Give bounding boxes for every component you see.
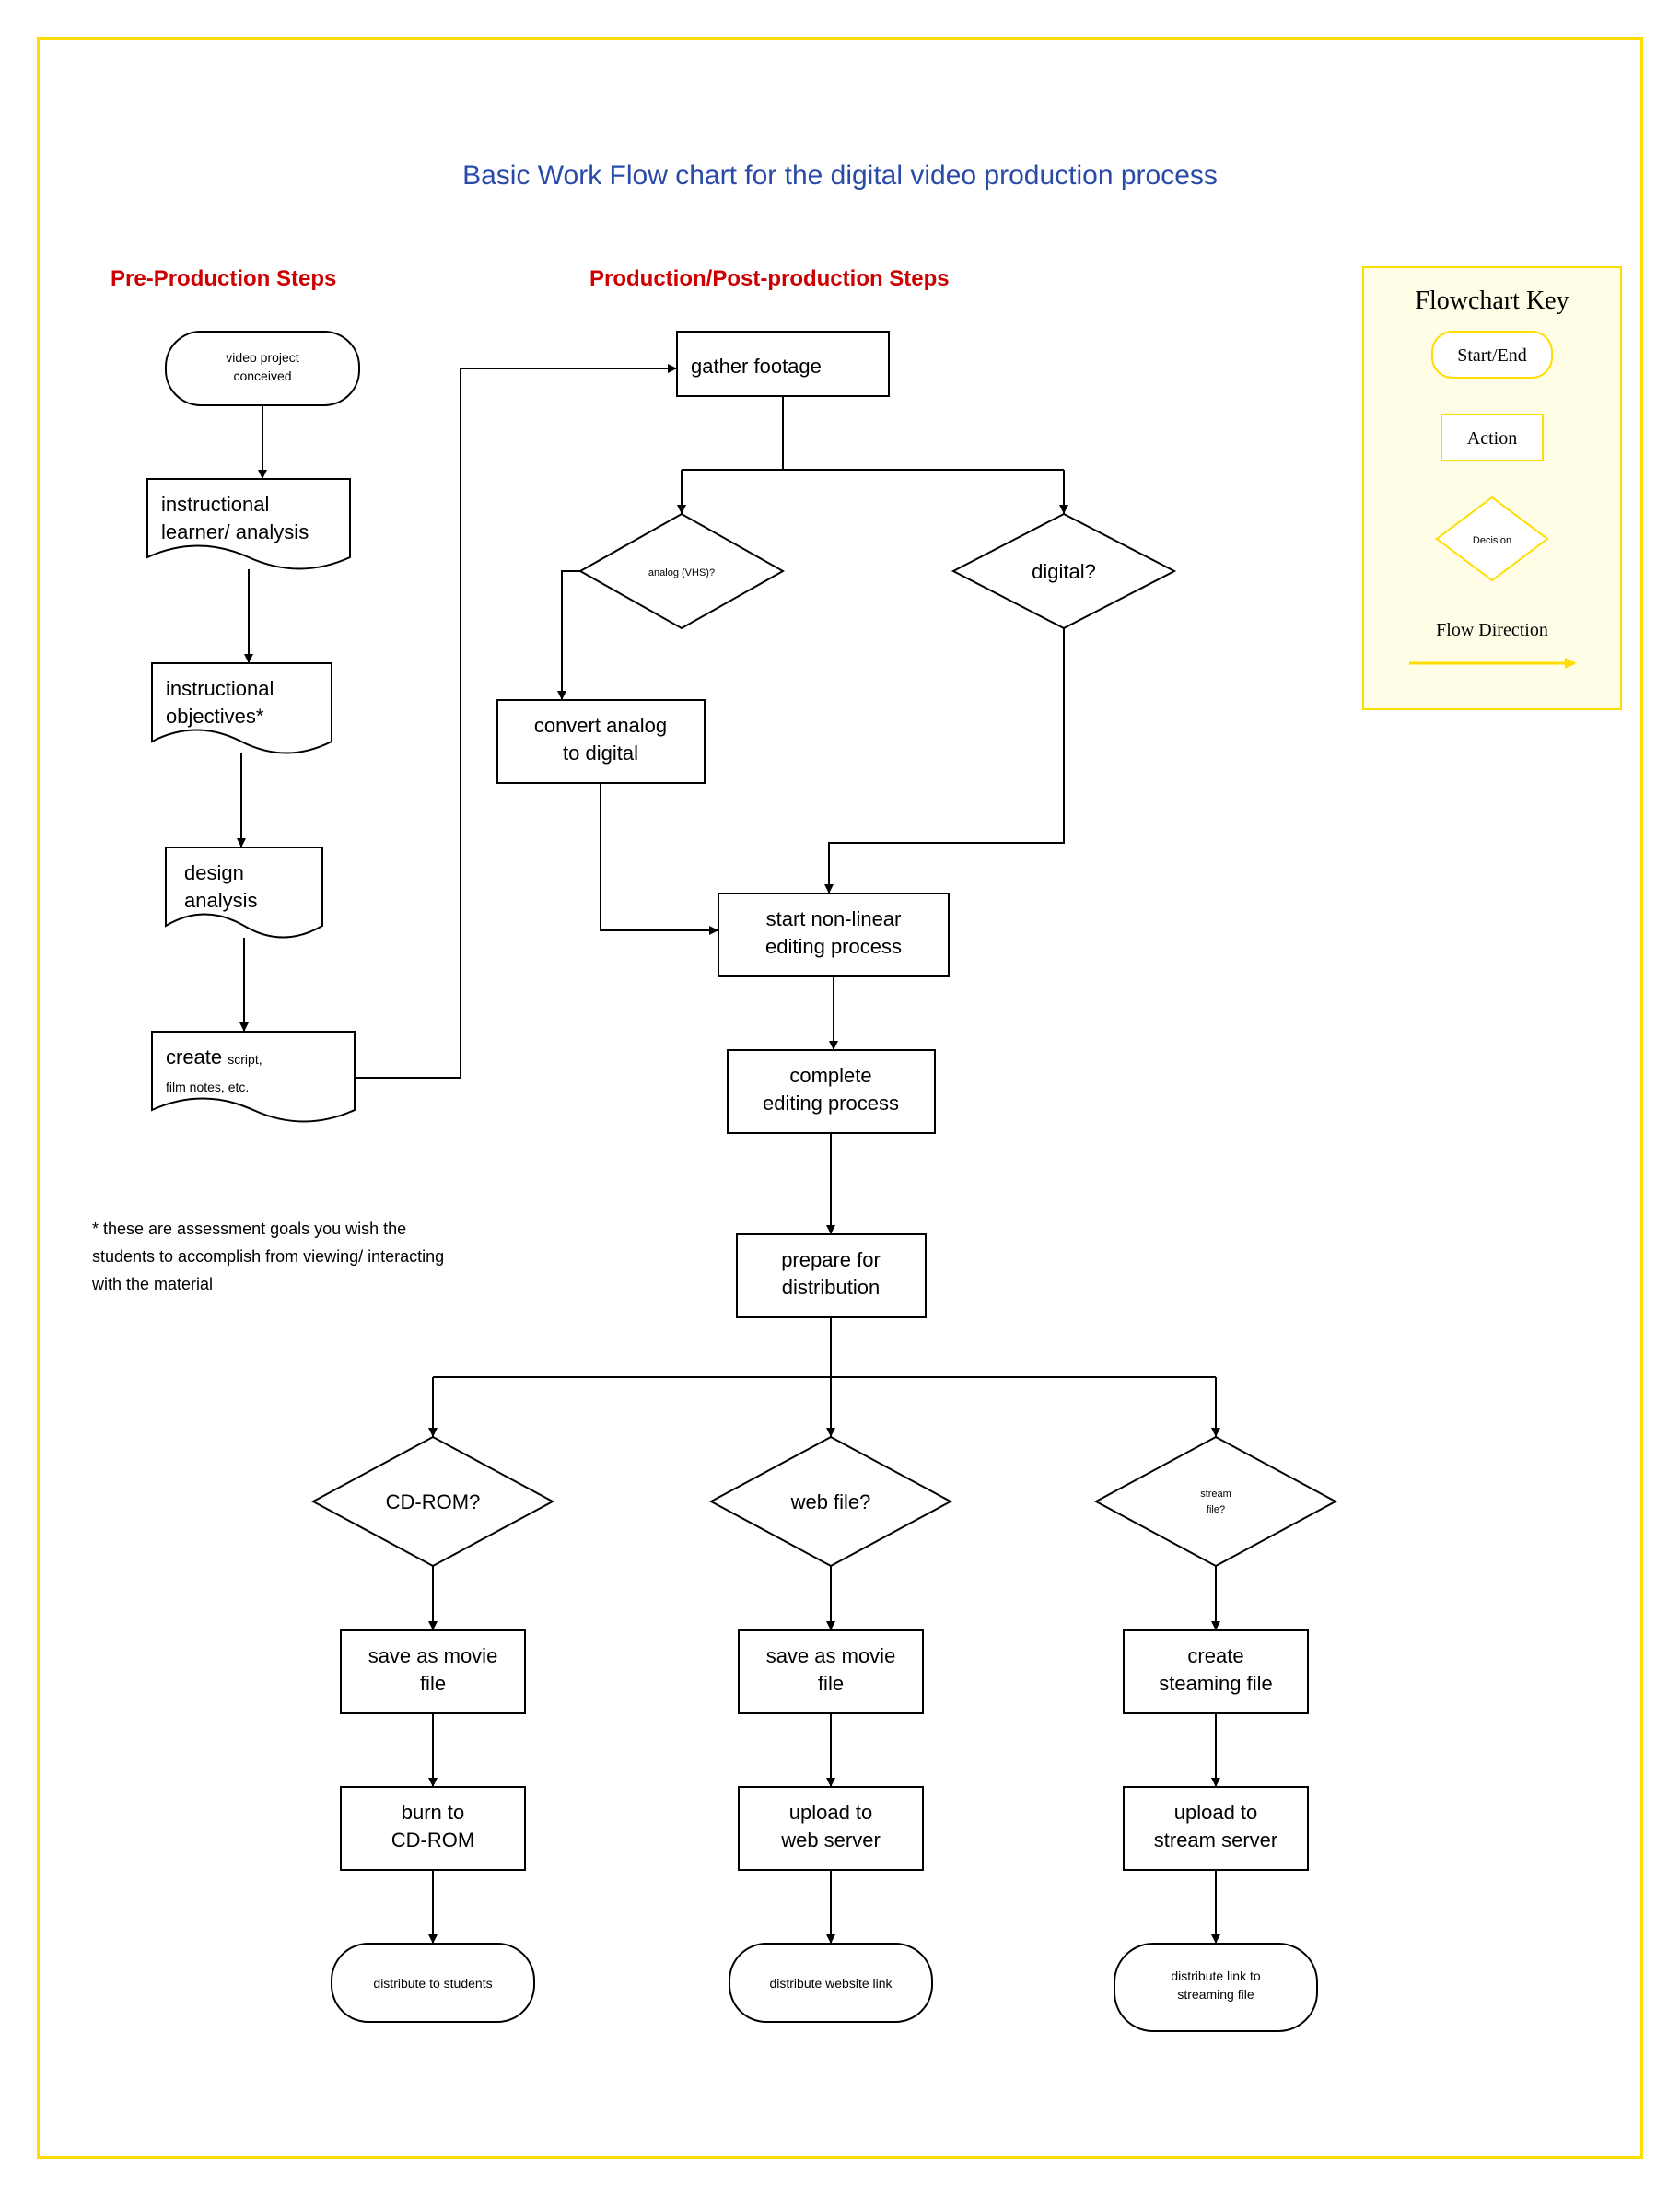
svg-text:file?: file? — [1207, 1504, 1225, 1515]
svg-text:web server: web server — [780, 1828, 881, 1851]
svg-text:stream: stream — [1200, 1489, 1231, 1500]
svg-text:gather footage: gather footage — [691, 355, 822, 378]
svg-text:file: file — [420, 1672, 446, 1695]
node-distribute-students: distribute to students — [332, 1944, 534, 2022]
node-create-script: create script, film notes, etc. — [152, 1032, 355, 1122]
key-decision: Decision — [1473, 535, 1511, 546]
svg-text:steaming file: steaming file — [1159, 1672, 1273, 1695]
svg-text:complete: complete — [789, 1064, 871, 1087]
key-flow-label: Flow Direction — [1436, 620, 1548, 640]
node-digital-decision: digital? — [953, 514, 1174, 628]
node-upload-stream: upload to stream server — [1124, 1787, 1308, 1870]
svg-text:burn to: burn to — [402, 1801, 465, 1824]
svg-text:create: create — [1187, 1644, 1243, 1667]
key-title: Flowchart Key — [1415, 286, 1569, 315]
svg-text:save as movie: save as movie — [766, 1644, 896, 1667]
svg-text:upload to: upload to — [1174, 1801, 1258, 1824]
node-analog-decision: analog (VHS)? — [580, 514, 783, 628]
node-cdrom-decision: CD-ROM? — [313, 1437, 553, 1566]
svg-text:with the material: with the material — [91, 1275, 213, 1293]
svg-text:save as movie: save as movie — [368, 1644, 498, 1667]
svg-text:prepare for: prepare for — [781, 1248, 881, 1271]
svg-text:conceived: conceived — [233, 368, 291, 383]
svg-text:file: file — [818, 1672, 844, 1695]
svg-text:analog (VHS)?: analog (VHS)? — [648, 567, 715, 578]
svg-text:instructional: instructional — [166, 677, 274, 700]
node-distribute-link: distribute website link — [729, 1944, 932, 2022]
section-production: Production/Post-production Steps — [589, 266, 950, 291]
svg-text:analysis: analysis — [184, 889, 257, 912]
flowchart-canvas: Basic Work Flow chart for the digital vi… — [0, 0, 1680, 2196]
svg-text:to digital: to digital — [563, 742, 638, 765]
svg-text:stream server: stream server — [1154, 1828, 1278, 1851]
node-create-stream: create steaming file — [1124, 1630, 1308, 1713]
node-webfile-decision: web file? — [711, 1437, 951, 1566]
node-distribute-stream: distribute link to streaming file — [1114, 1944, 1317, 2031]
node-learner-analysis: instructional learner/ analysis — [147, 479, 350, 569]
node-upload-web: upload to web server — [739, 1787, 923, 1870]
footnote: * these are assessment goals you wish th… — [91, 1220, 444, 1293]
svg-text:editing process: editing process — [763, 1092, 899, 1115]
node-gather-footage: gather footage — [677, 332, 889, 396]
svg-text:distribution: distribution — [782, 1276, 880, 1299]
svg-text:instructional: instructional — [161, 493, 269, 516]
svg-text:upload to: upload to — [789, 1801, 873, 1824]
node-start-editing: start non-linear editing process — [718, 894, 949, 976]
svg-text:convert analog: convert analog — [534, 714, 667, 737]
node-save-movie-1: save as movie file — [341, 1630, 525, 1713]
svg-text:learner/ analysis: learner/ analysis — [161, 520, 309, 543]
flowchart-key: Flowchart Key Start/End Action Decision … — [1363, 267, 1621, 709]
node-objectives: instructional objectives* — [152, 663, 332, 753]
svg-text:distribute to students: distribute to students — [373, 1976, 492, 1991]
node-complete-editing: complete editing process — [728, 1050, 935, 1133]
svg-text:film notes, etc.: film notes, etc. — [166, 1080, 249, 1094]
node-prepare-distribution: prepare for distribution — [737, 1234, 926, 1317]
arrow — [829, 628, 1064, 894]
node-stream-decision: stream file? — [1096, 1437, 1336, 1566]
key-action: Action — [1467, 428, 1517, 449]
arrow — [601, 783, 718, 930]
node-design-analysis: design analysis — [166, 847, 322, 938]
chart-title: Basic Work Flow chart for the digital vi… — [462, 160, 1218, 191]
svg-text:distribute link to: distribute link to — [1171, 1968, 1260, 1983]
svg-text:start non-linear: start non-linear — [766, 907, 902, 930]
section-preproduction: Pre-Production Steps — [111, 266, 336, 291]
svg-text:digital?: digital? — [1032, 560, 1096, 583]
svg-text:CD-ROM: CD-ROM — [391, 1828, 474, 1851]
svg-text:objectives*: objectives* — [166, 705, 264, 728]
svg-text:* these are assessment goals y: * these are assessment goals you wish th… — [92, 1220, 406, 1238]
svg-text:CD-ROM?: CD-ROM? — [386, 1490, 481, 1513]
svg-text:distribute website link: distribute website link — [769, 1976, 892, 1991]
svg-text:streaming file: streaming file — [1177, 1987, 1254, 2002]
node-conceived: video project conceived — [166, 332, 359, 405]
node-burn-cdrom: burn to CD-ROM — [341, 1787, 525, 1870]
svg-text:video project: video project — [226, 350, 298, 365]
arrow — [562, 571, 580, 700]
svg-text:editing process: editing process — [765, 935, 902, 958]
svg-text:web file?: web file? — [790, 1490, 871, 1513]
svg-text:design: design — [184, 861, 244, 884]
node-save-movie-2: save as movie file — [739, 1630, 923, 1713]
svg-text:students to accomplish from vi: students to accomplish from viewing/ int… — [92, 1247, 444, 1266]
key-start-end: Start/End — [1457, 345, 1527, 366]
node-convert: convert analog to digital — [497, 700, 705, 783]
